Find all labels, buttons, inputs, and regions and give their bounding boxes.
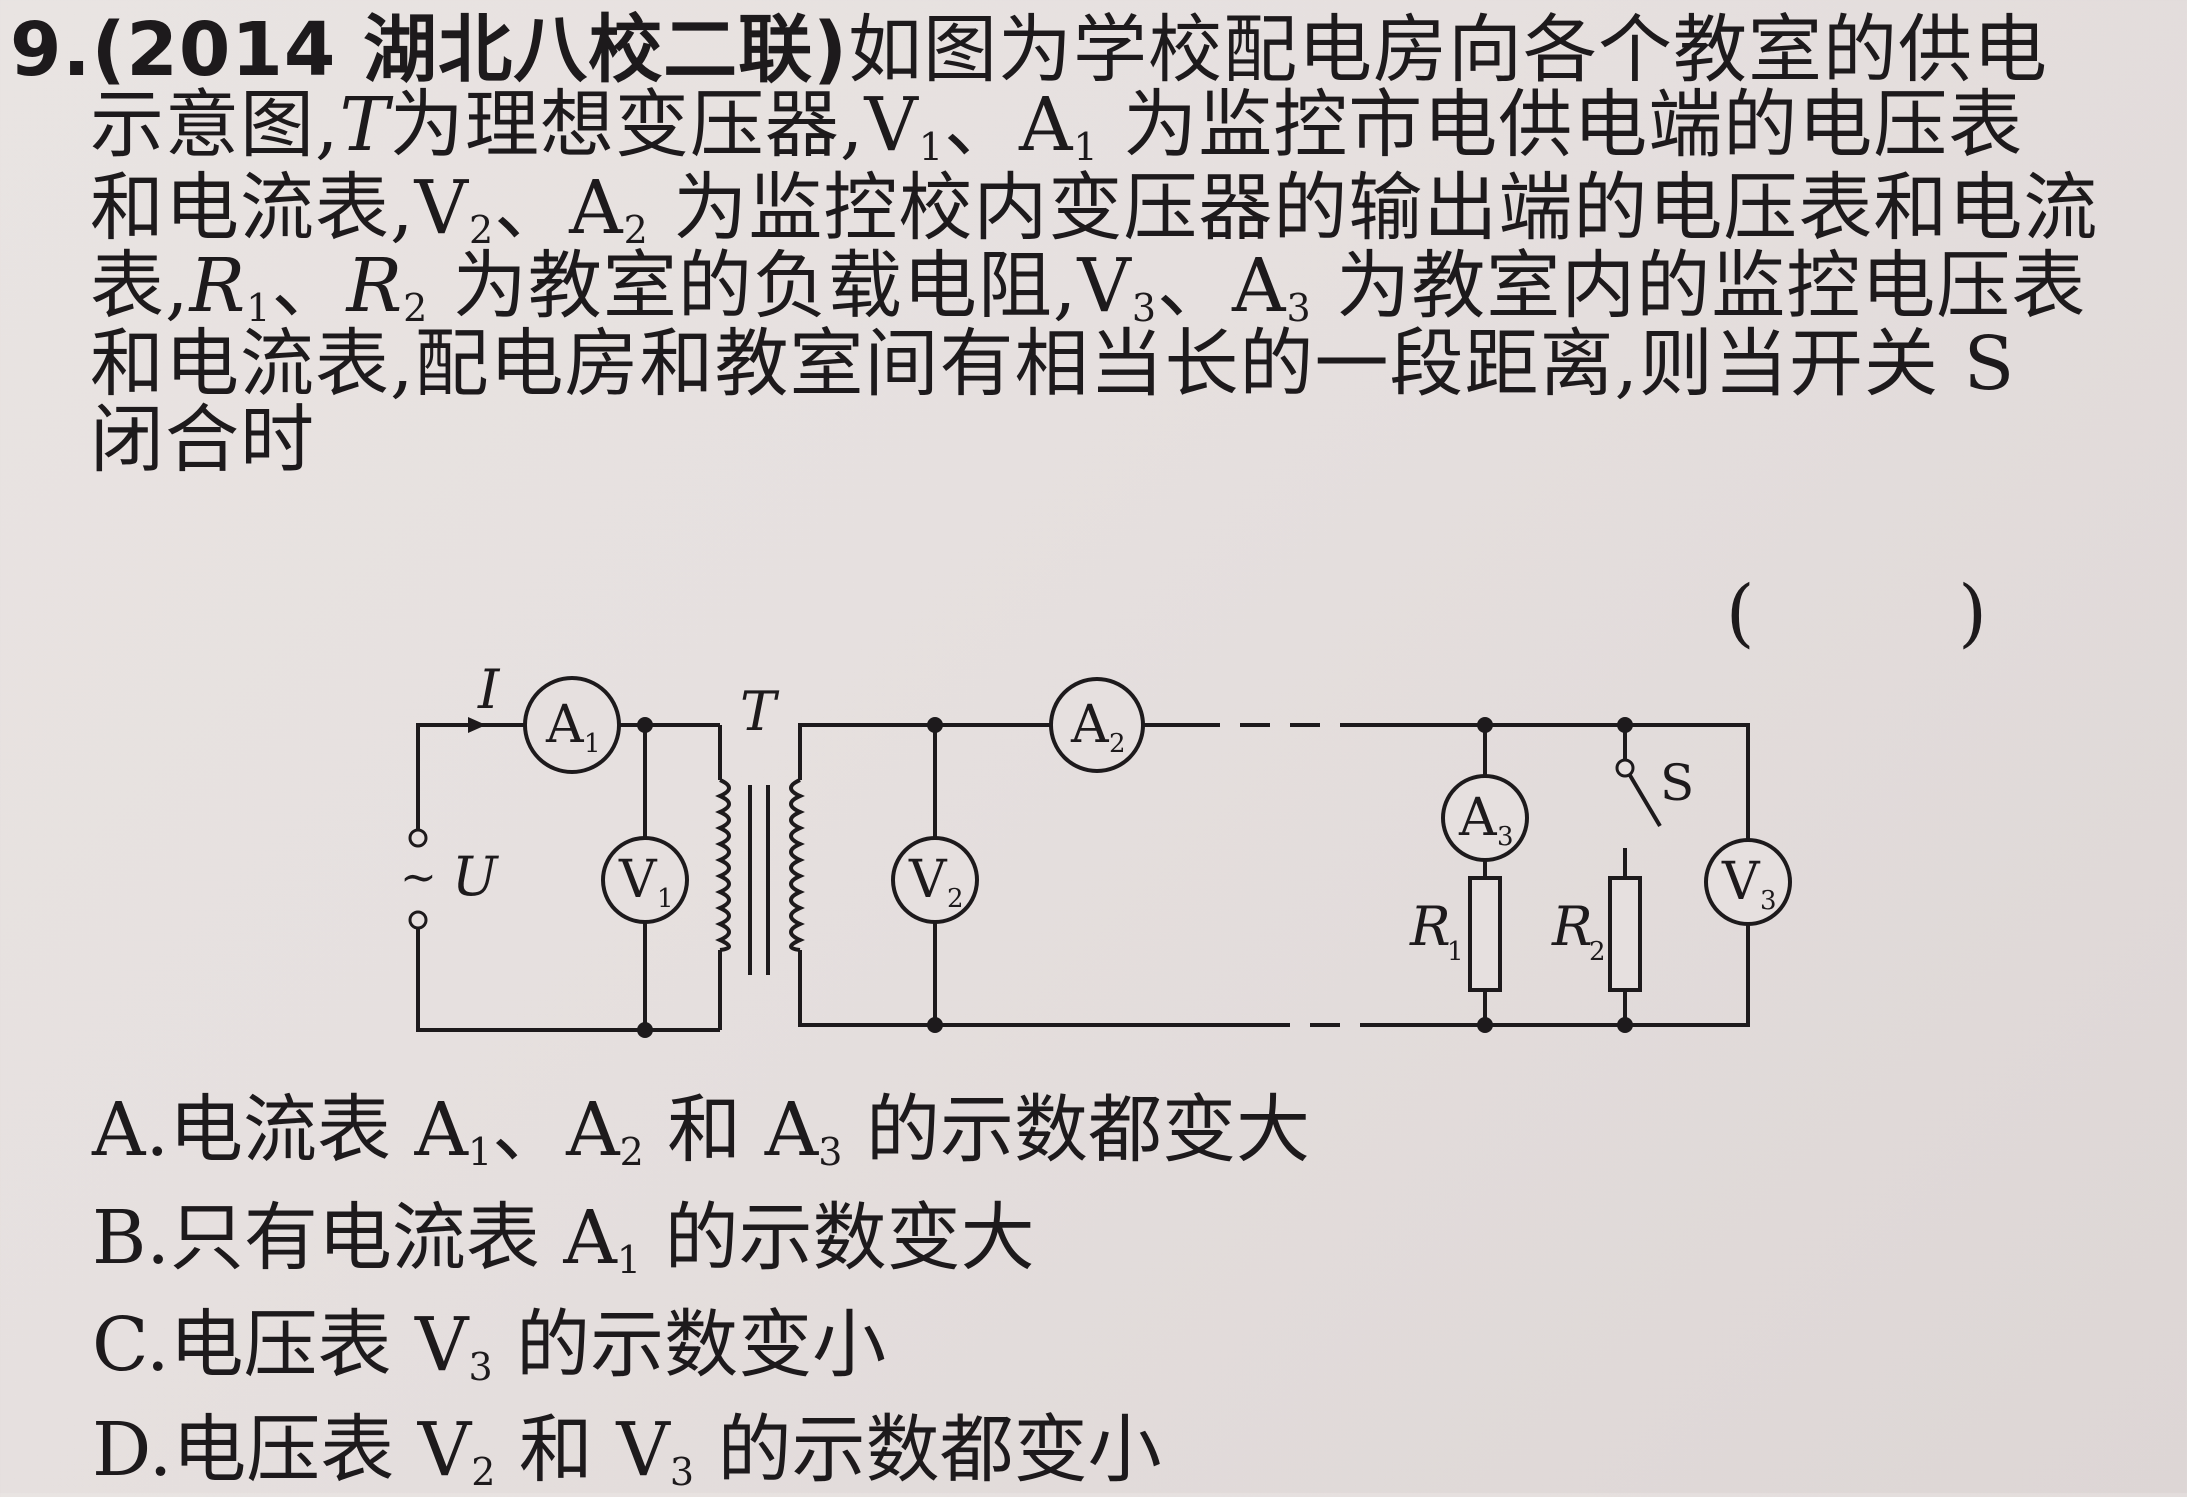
subscript: 2 (619, 1130, 644, 1174)
option-d-text: 和 V (495, 1407, 670, 1493)
voltmeter-v2-sub: 2 (947, 884, 964, 914)
option-d-text: D.电压表 V (92, 1407, 472, 1493)
junction-dot (637, 717, 653, 733)
option-d-text: 的示数都变小 (694, 1407, 1162, 1493)
subscript: 1 (616, 1238, 642, 1282)
voltmeter-v2-letter: V (908, 850, 948, 910)
option-a-text: A.电流表 A (92, 1087, 468, 1173)
textbook-page: 9.(2014 湖北八校二联)如图为学校配电房向各个教室的供电 示意图,T为理想… (0, 0, 2187, 1494)
option-a-text: 的示数都变大 (842, 1087, 1310, 1173)
label-ac-tilde: ~ (400, 852, 437, 903)
option-c-text: C.电压表 V (92, 1302, 469, 1388)
label-current-I: I (477, 658, 501, 721)
option-d[interactable]: D.电压表 V2 和 V3 的示数都变小 (92, 1390, 1162, 1497)
terminal-top (408, 828, 428, 848)
junction-dot (1617, 717, 1633, 733)
switch-blade (1626, 770, 1662, 828)
wire-primary-left-bottom (416, 920, 720, 1032)
terminal-bottom (408, 910, 428, 930)
ammeter-a1-sub: 1 (584, 729, 601, 759)
option-c-text: 的示数变小 (492, 1302, 887, 1388)
label-R2-sub: 2 (1589, 937, 1606, 967)
primary-coil (715, 778, 731, 952)
subscript: 3 (669, 1450, 695, 1494)
junction-dot (1477, 1017, 1493, 1033)
option-b[interactable]: B.只有电流表 A1 的示数变大 (92, 1178, 1035, 1285)
voltmeter-v1-letter: V (618, 850, 658, 910)
voltmeter-v3-letter: V (1721, 852, 1761, 912)
label-transformer-T: T (740, 680, 780, 743)
voltmeter-v1-sub: 1 (657, 884, 674, 914)
junction-dot (927, 717, 943, 733)
label-R1-sub: 1 (1447, 937, 1464, 967)
label-R2: R (1551, 895, 1593, 958)
wire-secondary-left (798, 723, 1050, 780)
option-a[interactable]: A.电流表 A1、A2 和 A3 的示数都变大 (92, 1070, 1310, 1177)
junction-dot (1617, 1017, 1633, 1033)
option-a-text: 、A (492, 1087, 620, 1173)
junction-dot (1477, 717, 1493, 733)
label-switch-S: S (1660, 754, 1694, 812)
option-b-text: 的示数变大 (641, 1195, 1035, 1281)
ammeter-a3-letter: A (1458, 788, 1498, 848)
wire-secondary-bottom-left (798, 950, 1260, 1027)
label-voltage-U: U (452, 845, 499, 908)
subscript: 1 (467, 1130, 493, 1174)
subscript: 2 (471, 1450, 496, 1494)
junction-dot (637, 1022, 653, 1038)
option-a-text: 和 A (643, 1087, 819, 1173)
switch-pivot (1615, 758, 1635, 778)
option-c[interactable]: C.电压表 V3 的示数变小 (92, 1285, 886, 1392)
voltmeter-v3-sub: 3 (1760, 886, 1777, 916)
ammeter-a1-letter: A (545, 695, 585, 755)
label-R1: R (1409, 895, 1451, 958)
junction-dot (927, 1017, 943, 1033)
ammeter-a2-letter: A (1070, 695, 1110, 755)
wire-primary-top (416, 723, 525, 838)
option-b-text: B.只有电流表 A (92, 1195, 617, 1281)
resistor-r1 (1468, 876, 1502, 992)
ammeter-a3-sub: 3 (1497, 822, 1514, 852)
ammeter-a2-sub: 2 (1109, 729, 1126, 759)
subscript: 3 (818, 1130, 843, 1174)
resistor-r2 (1608, 876, 1642, 992)
secondary-coil (789, 778, 805, 952)
subscript: 3 (468, 1345, 493, 1389)
